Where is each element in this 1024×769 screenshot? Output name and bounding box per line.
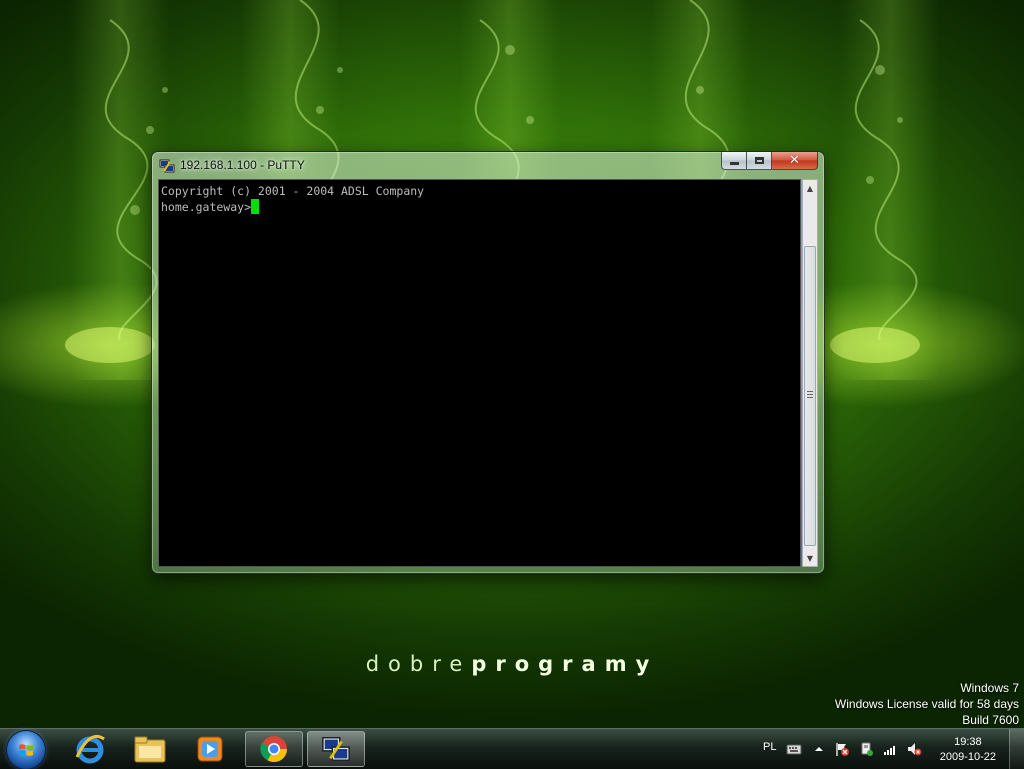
putty-icon[interactable] [159,158,175,174]
maximize-icon [754,157,764,164]
clock-time: 19:38 [954,736,982,748]
show-hidden-icons-icon[interactable] [811,741,827,757]
language-indicator[interactable]: PL [763,741,776,753]
scrollbar-grip-icon [807,391,813,392]
volume-muted-icon[interactable] [906,741,922,757]
watermark-os: Windows 7 [960,681,1019,695]
maximize-button[interactable] [747,152,772,170]
minimize-icon [729,162,739,165]
terminal-prompt: home.gateway> [161,200,252,214]
terminal-prompt-line: home.gateway> [161,199,800,215]
taskbar-chrome[interactable] [245,731,303,767]
close-button[interactable]: ✕ [772,152,818,170]
watermark-license: Windows License valid for 58 days [834,697,1019,711]
taskbar: PL 19:38 2009-10-22 [0,728,1024,769]
show-desktop-button[interactable] [1009,729,1024,769]
scrollbar-thumb[interactable] [804,246,816,546]
taskbar-putty[interactable] [307,731,365,767]
internet-explorer-icon [75,734,105,764]
minimize-button[interactable] [721,152,747,170]
taskbar-internet-explorer[interactable] [61,731,119,767]
safely-remove-hardware-icon[interactable] [858,741,874,757]
media-player-icon [197,736,223,762]
taskbar-windows-explorer[interactable] [121,731,179,767]
clock-date: 2009-10-22 [939,751,996,763]
scroll-down-arrow-icon[interactable]: ▼ [803,550,817,566]
window-title: 192.168.1.100 - PuTTY [180,158,305,172]
terminal-cursor [251,199,260,214]
terminal-line: Copyright (c) 2001 - 2004 ADSL Company [161,184,425,198]
watermark-build: Build 7600 [962,713,1019,727]
terminal-area[interactable]: Copyright (c) 2001 - 2004 ADSL Company h… [158,179,801,567]
windows-start-icon [19,744,33,756]
windows-watermark: Windows 7 Windows License valid for 58 d… [835,680,1019,728]
start-button[interactable] [7,731,45,769]
scroll-up-arrow-icon[interactable]: ▲ [803,180,817,196]
taskbar-media-player[interactable] [181,731,239,767]
title-bar[interactable]: 192.168.1.100 - PuTTY ✕ [152,152,824,178]
putty-icon [322,737,350,761]
vertical-scrollbar[interactable]: ▲ ▼ [802,179,818,567]
network-signal-icon[interactable] [882,741,898,757]
putty-window[interactable]: 192.168.1.100 - PuTTY ✕ Copyright (c) 20… [151,151,825,574]
action-center-flag-icon[interactable] [834,741,850,757]
clock[interactable]: 19:38 2009-10-22 [940,735,996,765]
close-icon: ✕ [789,153,800,168]
windows-explorer-icon [134,736,166,763]
dobreprogramy-logo: dobreprogramy [365,652,659,676]
chrome-icon [260,736,288,763]
keyboard-icon[interactable] [786,741,802,757]
